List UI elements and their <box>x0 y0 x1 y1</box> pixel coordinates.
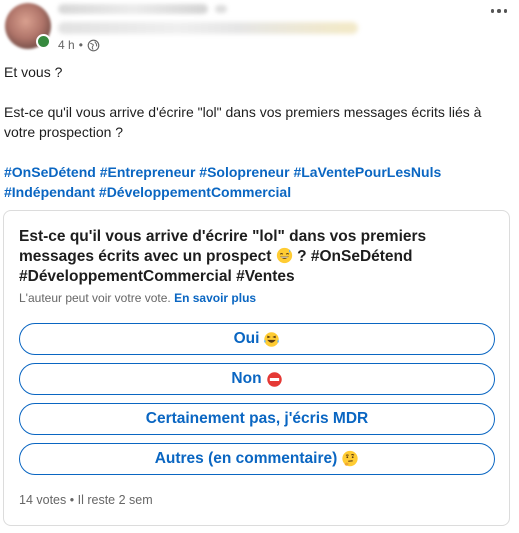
poll-option-label: Oui <box>233 330 260 347</box>
online-status-dot <box>36 34 51 49</box>
poll-question: Est-ce qu'il vous arrive d'écrire "lol" … <box>19 227 489 287</box>
more-dot <box>503 9 508 13</box>
hashtag-link[interactable]: #OnSeDétend <box>4 164 96 180</box>
post-body-line-1: Et vous ? <box>4 64 63 80</box>
more-dot <box>497 9 501 13</box>
poll-option-certainement-pas[interactable]: Certainement pas, j'écris MDR <box>19 403 495 435</box>
author-avatar[interactable] <box>5 3 51 49</box>
hashtag-link[interactable]: #Entrepreneur <box>100 164 196 180</box>
learn-more-link[interactable]: En savoir plus <box>174 291 256 305</box>
footer-separator: • <box>69 493 75 507</box>
hashtag-link[interactable]: #Indépendant <box>4 184 95 200</box>
poll-footer: 14 votes • Il reste 2 sem <box>19 493 153 507</box>
hashtag-link[interactable]: #Solopreneur <box>199 164 289 180</box>
feed-post: 4 h • Et vous ? Est-ce qu'il vous arrive… <box>0 0 519 533</box>
poll-options: Oui Non Certainement pas, j'écris MDR Au… <box>19 323 495 483</box>
no-entry-emoji <box>266 371 282 387</box>
laughing-tears-emoji <box>264 331 280 347</box>
author-connection-blurred <box>215 5 227 13</box>
post-hashtags: #OnSeDétend #Entrepreneur #Solopreneur #… <box>4 162 512 202</box>
post-meta: 4 h • <box>58 38 100 52</box>
poll-option-autres[interactable]: Autres (en commentaire) <box>19 443 495 475</box>
hashtag-link[interactable]: #DéveloppementCommercial <box>99 184 291 200</box>
author-headline-blurred <box>58 22 358 34</box>
more-dots-icon <box>490 9 495 13</box>
poll-option-label: Non <box>231 370 262 387</box>
poll-visibility-note: L'auteur peut voir votre vote. En savoir… <box>19 291 256 305</box>
post-body-line-2: Est-ce qu'il vous arrive d'écrire "lol" … <box>4 104 482 140</box>
poll-vote-count[interactable]: 14 votes <box>19 493 66 507</box>
thinking-face-emoji <box>342 450 358 467</box>
post-header: 4 h • <box>0 0 519 56</box>
thinking-face-emoji-wrap <box>341 450 359 468</box>
globe-icon <box>87 39 100 51</box>
poll-option-non[interactable]: Non <box>19 363 495 395</box>
poll-card: Est-ce qu'il vous arrive d'écrire "lol" … <box>3 210 510 526</box>
poll-option-oui[interactable]: Oui <box>19 323 495 355</box>
no-entry-emoji-wrap <box>266 371 283 388</box>
more-options-button[interactable] <box>487 4 511 18</box>
laughing-tears-emoji-wrap <box>263 331 280 348</box>
poll-time-remaining: Il reste 2 sem <box>77 493 153 507</box>
meta-separator: • <box>78 38 83 52</box>
post-body: Et vous ? Est-ce qu'il vous arrive d'écr… <box>4 62 512 202</box>
hashtag-link[interactable]: #LaVentePourLesNuls <box>293 164 441 180</box>
poll-note-text: L'auteur peut voir votre vote. <box>19 291 171 305</box>
post-timestamp: 4 h <box>58 38 75 52</box>
poll-option-label: Certainement pas, j'écris MDR <box>145 410 369 427</box>
grinning-sweat-emoji <box>276 247 292 264</box>
author-name-blurred[interactable] <box>58 4 208 14</box>
poll-option-label: Autres (en commentaire) <box>154 450 338 467</box>
